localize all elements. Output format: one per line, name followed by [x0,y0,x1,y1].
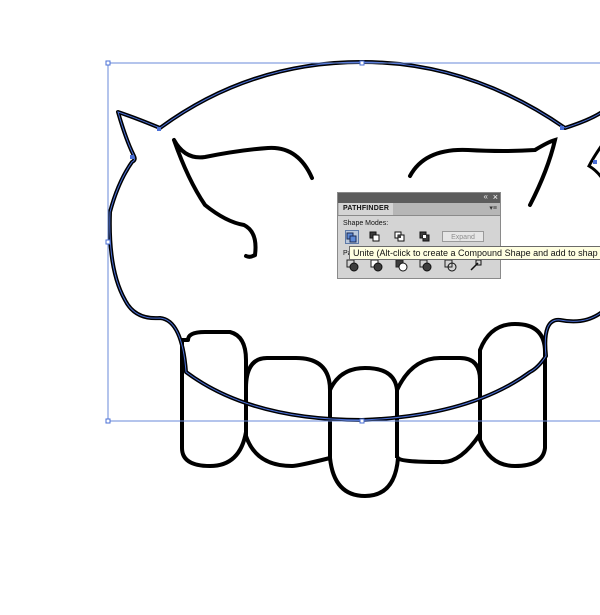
intersect-button[interactable] [394,230,408,244]
merge-icon[interactable] [395,259,409,273]
teeth-shape[interactable] [180,322,547,498]
crop-icon[interactable] [419,259,433,273]
shape-modes-label: Shape Modes: [343,220,389,227]
collapse-icon[interactable]: « [484,192,488,202]
left-eye-shape[interactable] [172,138,314,259]
close-icon[interactable]: × [493,192,498,202]
bbox-handle-top-center[interactable] [359,60,365,66]
bbox-handle-bottom-center[interactable] [359,418,365,424]
minus-front-button[interactable] [369,230,383,244]
panel-tab-row: PATHFINDER ▾≡ [338,203,500,216]
unite-tooltip: Unite (Alt-click to create a Compound Sh… [349,246,600,260]
intersect-icon [394,231,405,242]
exclude-icon [419,231,430,242]
anchor-point[interactable] [157,127,161,131]
minus-back-icon[interactable] [468,259,482,273]
outline-icon[interactable] [444,259,458,273]
bbox-handle-bottom-left[interactable] [105,418,111,424]
minus-front-icon [369,231,380,242]
divide-icon[interactable] [346,259,360,273]
trim-icon[interactable] [370,259,384,273]
tab-pathfinder[interactable]: PATHFINDER [339,203,394,215]
panel-drag-bar[interactable]: « × [338,192,500,203]
unite-button[interactable] [345,230,359,244]
anchor-point[interactable] [560,126,564,130]
pathfinder-panel: « × PATHFINDER ▾≡ Shape Modes: Expand Pa [337,192,501,279]
anchor-point[interactable] [130,155,134,159]
expand-button[interactable]: Expand [442,231,484,242]
panel-menu-icon[interactable]: ▾≡ [489,203,497,215]
artboard[interactable]: « × PATHFINDER ▾≡ Shape Modes: Expand Pa… [0,0,600,615]
exclude-button[interactable] [419,230,433,244]
unite-icon [346,232,357,243]
bbox-handle-top-left[interactable] [105,60,111,66]
monster-face-artwork[interactable] [0,0,600,615]
anchor-point[interactable] [593,160,597,164]
bbox-handle-middle-left[interactable] [105,239,111,245]
